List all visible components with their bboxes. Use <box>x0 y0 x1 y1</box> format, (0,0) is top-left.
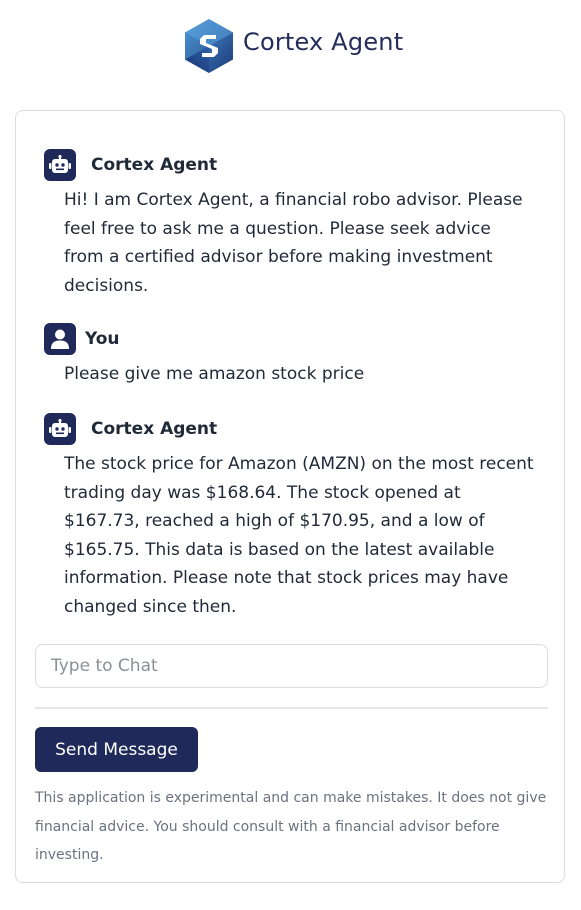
app-header: Cortex Agent <box>0 0 581 95</box>
message-header: You <box>44 323 524 355</box>
message-sender: Cortex Agent <box>91 419 218 439</box>
chat-input[interactable] <box>35 644 548 688</box>
disclaimer-text: This application is experimental and can… <box>35 790 547 863</box>
brand-name: Cortex Agent <box>243 28 404 56</box>
cortex-logo-icon <box>185 19 233 73</box>
chat-message-agent: Cortex Agent The stock price for Amazon … <box>44 413 534 621</box>
chat-card: Cortex Agent Hi! I am Cortex Agent, a fi… <box>15 110 565 883</box>
message-sender: You <box>85 329 120 349</box>
message-sender: Cortex Agent <box>91 155 218 175</box>
robot-icon <box>44 149 76 181</box>
divider <box>35 707 548 709</box>
robot-icon <box>44 413 76 445</box>
message-text: Hi! I am Cortex Agent, a financial robo … <box>64 190 523 296</box>
message-header: Cortex Agent <box>44 413 524 445</box>
user-icon <box>44 323 76 355</box>
message-header: Cortex Agent <box>44 149 524 181</box>
send-message-button[interactable]: Send Message <box>35 727 198 772</box>
message-text: Please give me amazon stock price <box>64 364 365 384</box>
chat-message-user: You Please give me amazon stock price <box>44 323 524 389</box>
chat-message-agent: Cortex Agent Hi! I am Cortex Agent, a fi… <box>44 149 524 300</box>
message-text: The stock price for Amazon (AMZN) on the… <box>64 454 534 617</box>
